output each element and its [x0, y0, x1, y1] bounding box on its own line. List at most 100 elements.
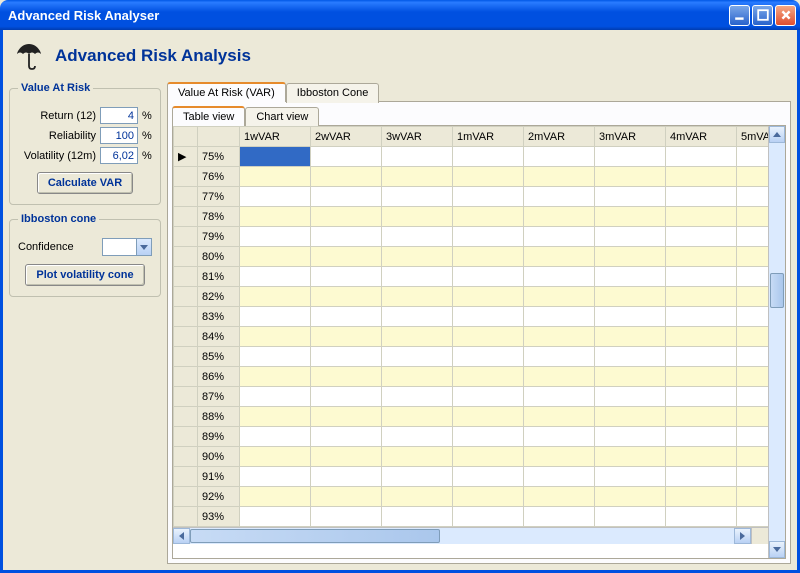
row-header[interactable]: 88%	[198, 407, 240, 427]
grid-cell[interactable]	[311, 507, 382, 527]
grid-cell[interactable]	[240, 467, 311, 487]
grid-cell[interactable]	[311, 167, 382, 187]
grid-cell[interactable]	[595, 307, 666, 327]
grid-cell[interactable]	[666, 447, 737, 467]
column-header[interactable]: 3mVAR	[595, 127, 666, 147]
grid-cell[interactable]	[737, 387, 769, 407]
grid-cell[interactable]	[311, 227, 382, 247]
grid-cell[interactable]	[595, 187, 666, 207]
grid-cell[interactable]	[311, 287, 382, 307]
row-header[interactable]: 87%	[198, 387, 240, 407]
grid-cell[interactable]	[595, 367, 666, 387]
table-row[interactable]: 79%	[174, 227, 769, 247]
grid-cell[interactable]	[453, 327, 524, 347]
grid-cell[interactable]	[666, 427, 737, 447]
grid-cell[interactable]	[311, 147, 382, 167]
grid-cell[interactable]	[382, 247, 453, 267]
grid-cell[interactable]	[595, 267, 666, 287]
grid-cell[interactable]	[311, 247, 382, 267]
grid-cell[interactable]	[737, 167, 769, 187]
grid-cell[interactable]	[666, 267, 737, 287]
grid-cell[interactable]	[382, 387, 453, 407]
grid-cell[interactable]	[382, 167, 453, 187]
grid-cell[interactable]	[311, 387, 382, 407]
table-row[interactable]: 92%	[174, 487, 769, 507]
grid-cell[interactable]	[524, 427, 595, 447]
grid-cell[interactable]	[453, 467, 524, 487]
grid-cell[interactable]	[524, 447, 595, 467]
scroll-right-button[interactable]	[734, 528, 751, 544]
row-header[interactable]: 76%	[198, 167, 240, 187]
grid-cell[interactable]	[382, 427, 453, 447]
grid-cell[interactable]	[524, 327, 595, 347]
table-row[interactable]: 89%	[174, 427, 769, 447]
var-grid[interactable]: 1wVAR2wVAR3wVAR1mVAR2mVAR3mVAR4mVAR5mVAR…	[173, 126, 768, 527]
grid-cell[interactable]	[453, 487, 524, 507]
column-header[interactable]: 1mVAR	[453, 127, 524, 147]
grid-cell[interactable]	[595, 347, 666, 367]
grid-cell[interactable]	[737, 187, 769, 207]
grid-cell[interactable]	[595, 167, 666, 187]
grid-cell[interactable]	[311, 467, 382, 487]
grid-cell[interactable]	[240, 307, 311, 327]
reliability-input[interactable]	[100, 127, 138, 144]
table-row[interactable]: 86%	[174, 367, 769, 387]
confidence-select[interactable]	[102, 238, 152, 256]
grid-cell[interactable]	[524, 147, 595, 167]
grid-cell[interactable]	[595, 227, 666, 247]
table-row[interactable]: 87%	[174, 387, 769, 407]
grid-cell[interactable]	[595, 507, 666, 527]
grid-cell[interactable]	[453, 387, 524, 407]
titlebar[interactable]: Advanced Risk Analyser	[0, 0, 800, 30]
grid-cell[interactable]	[524, 187, 595, 207]
scroll-up-button[interactable]	[769, 126, 785, 143]
grid-cell[interactable]	[382, 187, 453, 207]
row-header[interactable]: 84%	[198, 327, 240, 347]
grid-cell[interactable]	[240, 367, 311, 387]
grid-cell[interactable]	[524, 247, 595, 267]
grid-cell[interactable]	[240, 227, 311, 247]
grid-cell[interactable]	[240, 247, 311, 267]
grid-cell[interactable]	[453, 187, 524, 207]
grid-cell[interactable]	[240, 287, 311, 307]
grid-cell[interactable]	[453, 207, 524, 227]
column-header[interactable]: 4mVAR	[666, 127, 737, 147]
grid-cell[interactable]	[453, 147, 524, 167]
grid-cell[interactable]	[595, 247, 666, 267]
grid-cell[interactable]	[737, 207, 769, 227]
grid-cell[interactable]	[595, 207, 666, 227]
column-header[interactable]: 3wVAR	[382, 127, 453, 147]
plot-cone-button[interactable]: Plot volatility cone	[25, 264, 144, 286]
grid-cell[interactable]	[737, 427, 769, 447]
grid-cell[interactable]	[595, 147, 666, 167]
grid-cell[interactable]	[737, 507, 769, 527]
grid-cell[interactable]	[382, 367, 453, 387]
grid-cell[interactable]	[240, 207, 311, 227]
grid-cell[interactable]	[666, 387, 737, 407]
tab-chart-view[interactable]: Chart view	[245, 107, 319, 127]
grid-cell[interactable]	[666, 407, 737, 427]
grid-cell[interactable]	[524, 267, 595, 287]
grid-cell[interactable]	[524, 207, 595, 227]
grid-cell[interactable]	[524, 307, 595, 327]
grid-cell[interactable]	[240, 347, 311, 367]
grid-cell[interactable]	[311, 207, 382, 227]
grid-cell[interactable]	[595, 387, 666, 407]
grid-cell[interactable]	[524, 347, 595, 367]
table-row[interactable]: 84%	[174, 327, 769, 347]
grid-cell[interactable]	[453, 347, 524, 367]
row-header[interactable]: 86%	[198, 367, 240, 387]
grid-cell[interactable]	[240, 267, 311, 287]
grid-cell[interactable]	[311, 407, 382, 427]
grid-cell[interactable]	[382, 227, 453, 247]
grid-cell[interactable]	[666, 227, 737, 247]
grid-cell[interactable]	[666, 487, 737, 507]
grid-cell[interactable]	[737, 447, 769, 467]
grid-cell[interactable]	[595, 447, 666, 467]
table-row[interactable]: 78%	[174, 207, 769, 227]
grid-cell[interactable]	[595, 427, 666, 447]
row-header[interactable]: 85%	[198, 347, 240, 367]
grid-cell[interactable]	[382, 407, 453, 427]
grid-cell[interactable]	[524, 507, 595, 527]
grid-cell[interactable]	[240, 387, 311, 407]
